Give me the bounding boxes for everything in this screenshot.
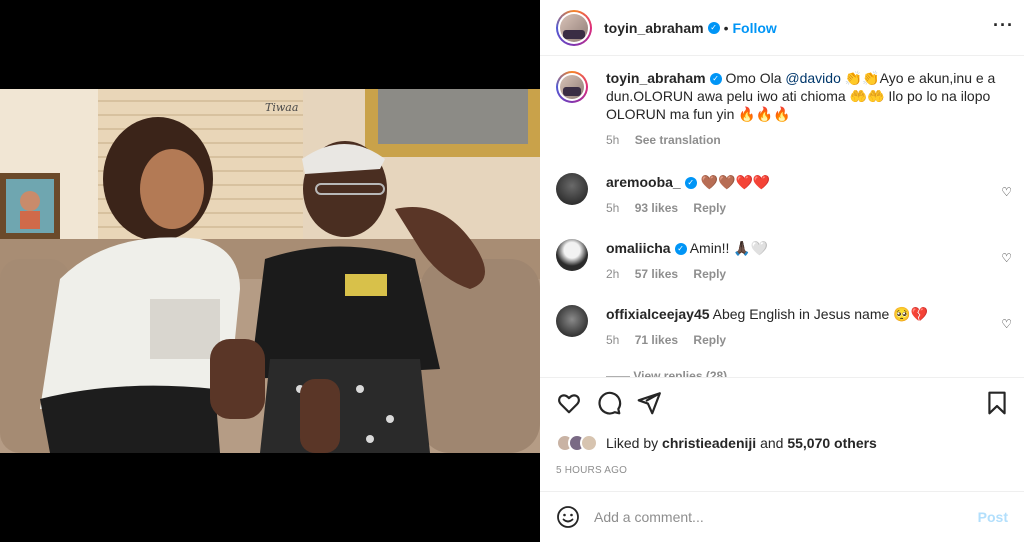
comment-text: Abeg English in Jesus name 🥺💔 <box>709 306 929 322</box>
emoji-smiley-icon[interactable] <box>556 505 580 529</box>
likes-text: Liked by christieadeniji and 55,070 othe… <box>606 435 877 451</box>
comment-likes[interactable]: 57 likes <box>635 267 678 281</box>
likes-prefix: Liked by <box>606 435 663 451</box>
caption-avatar[interactable] <box>556 71 588 103</box>
commenter-avatar[interactable] <box>556 173 588 205</box>
post-media: Tiwaa <box>0 0 540 542</box>
add-comment-bar: Post <box>540 491 1024 542</box>
likes-summary: Liked by christieadeniji and 55,070 othe… <box>556 434 877 452</box>
like-comment-heart-icon[interactable]: ♡ <box>1001 317 1012 331</box>
commenter-username[interactable]: omaliicha <box>606 240 671 256</box>
header-separator: • <box>723 19 729 36</box>
comments-list[interactable]: toyin_abraham ✓ Omo Ola @davido 👏👏Ayo e a… <box>540 57 1024 377</box>
like-heart-icon[interactable] <box>556 390 582 416</box>
follow-button[interactable]: Follow <box>733 20 777 36</box>
post-comment-button[interactable]: Post <box>978 509 1008 525</box>
liker-avatar[interactable] <box>580 434 598 452</box>
post-side-panel: toyin_abraham ✓ • Follow ··· toyin_abrah… <box>540 0 1024 542</box>
hands-emoji: 🤲🤲 <box>849 88 885 104</box>
verified-icon: ✓ <box>684 177 697 190</box>
comment-time: 2h <box>606 267 620 281</box>
commenter-avatar[interactable] <box>556 239 588 271</box>
photo-watermark: Tiwaa <box>265 101 298 114</box>
verified-icon: ✓ <box>674 243 687 256</box>
post-header: toyin_abraham ✓ • Follow ··· <box>540 0 1024 56</box>
reply-button[interactable]: Reply <box>693 201 726 215</box>
verified-icon: ✓ <box>707 21 720 34</box>
caption-time: 5h <box>606 133 620 147</box>
reply-button[interactable]: Reply <box>693 267 726 281</box>
like-comment-heart-icon[interactable]: ♡ <box>1001 251 1012 265</box>
see-translation-link[interactable]: See translation <box>635 133 721 147</box>
like-comment-heart-icon[interactable]: ♡ <box>1001 185 1012 199</box>
verified-icon: ✓ <box>709 73 722 86</box>
view-replies-link[interactable]: —— View replies (28) <box>606 369 727 377</box>
share-send-icon[interactable] <box>636 390 662 416</box>
author-avatar[interactable] <box>556 9 592 46</box>
comment-text: 🤎🤎❤️❤️ <box>696 174 771 190</box>
post-timestamp[interactable]: 5 HOURS AGO <box>556 465 627 476</box>
caption-username[interactable]: toyin_abraham <box>606 70 706 86</box>
caption-text-1: Omo Ola <box>721 70 786 86</box>
save-bookmark-icon[interactable] <box>984 390 1010 416</box>
comment-likes[interactable]: 71 likes <box>635 333 678 347</box>
likes-user-link[interactable]: christieadeniji <box>662 435 756 451</box>
comment-likes[interactable]: 93 likes <box>635 201 678 215</box>
likes-count-link[interactable]: 55,070 others <box>787 435 877 451</box>
reply-button[interactable]: Reply <box>693 333 726 347</box>
post-photo[interactable]: Tiwaa <box>0 89 540 453</box>
post-actions: Liked by christieadeniji and 55,070 othe… <box>540 377 1024 491</box>
comment-time: 5h <box>606 333 620 347</box>
comment-time: 5h <box>606 201 620 215</box>
commenter-username[interactable]: offixialceejay45 <box>606 306 710 322</box>
comment-bubble-icon[interactable] <box>596 390 622 416</box>
commenter-username[interactable]: aremooba_ <box>606 174 681 190</box>
clap-emoji: 👏👏 <box>840 70 880 86</box>
add-comment-input[interactable] <box>594 509 978 525</box>
photo-illustration: Tiwaa <box>0 89 540 453</box>
more-options-icon[interactable]: ··· <box>993 15 1014 36</box>
caption-mention-link[interactable]: @davido <box>785 70 840 86</box>
commenter-avatar[interactable] <box>556 305 588 337</box>
fire-emoji: 🔥🔥🔥 <box>738 106 791 122</box>
likes-middle: and <box>756 435 788 451</box>
comment-text: Amin!! 🙏🏿🤍 <box>686 240 769 256</box>
author-username[interactable]: toyin_abraham <box>604 20 704 36</box>
